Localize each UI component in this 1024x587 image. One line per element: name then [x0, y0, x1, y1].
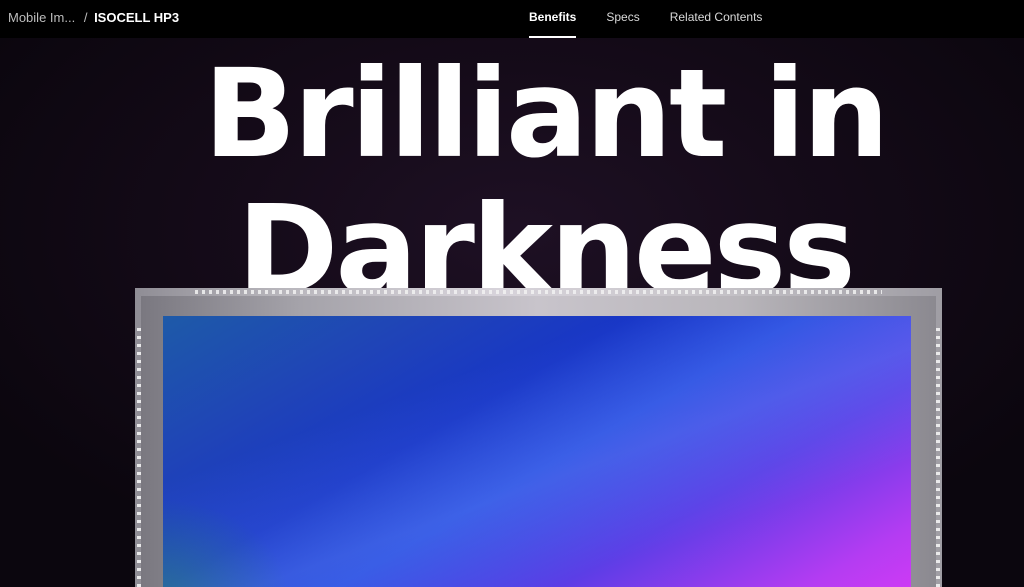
tab-specs[interactable]: Specs — [606, 0, 639, 38]
hero-headline-line-1: Brilliant in — [203, 43, 889, 185]
section-tabs: Benefits Specs Related Contents — [529, 0, 792, 38]
top-navigation-bar: Mobile Im... / ISOCELL HP3 Benefits Spec… — [0, 0, 1024, 38]
tab-benefits[interactable]: Benefits — [529, 0, 577, 38]
sensor-contact-pads-right — [936, 328, 940, 587]
hero-headline: Brilliant in Darkness — [0, 46, 1024, 318]
sensor-contact-pads-left — [137, 328, 141, 587]
breadcrumb: Mobile Im... / ISOCELL HP3 — [8, 9, 179, 27]
breadcrumb-current-page: ISOCELL HP3 — [94, 10, 180, 25]
image-sensor-illustration — [135, 288, 942, 587]
sensor-contact-pads-top — [195, 290, 882, 294]
breadcrumb-parent-link[interactable]: Mobile Im... — [8, 10, 75, 25]
page: Mobile Im... / ISOCELL HP3 Benefits Spec… — [0, 0, 1024, 587]
sensor-pixel-array — [163, 316, 911, 587]
tab-related-contents[interactable]: Related Contents — [670, 0, 763, 38]
breadcrumb-separator: / — [83, 10, 88, 25]
